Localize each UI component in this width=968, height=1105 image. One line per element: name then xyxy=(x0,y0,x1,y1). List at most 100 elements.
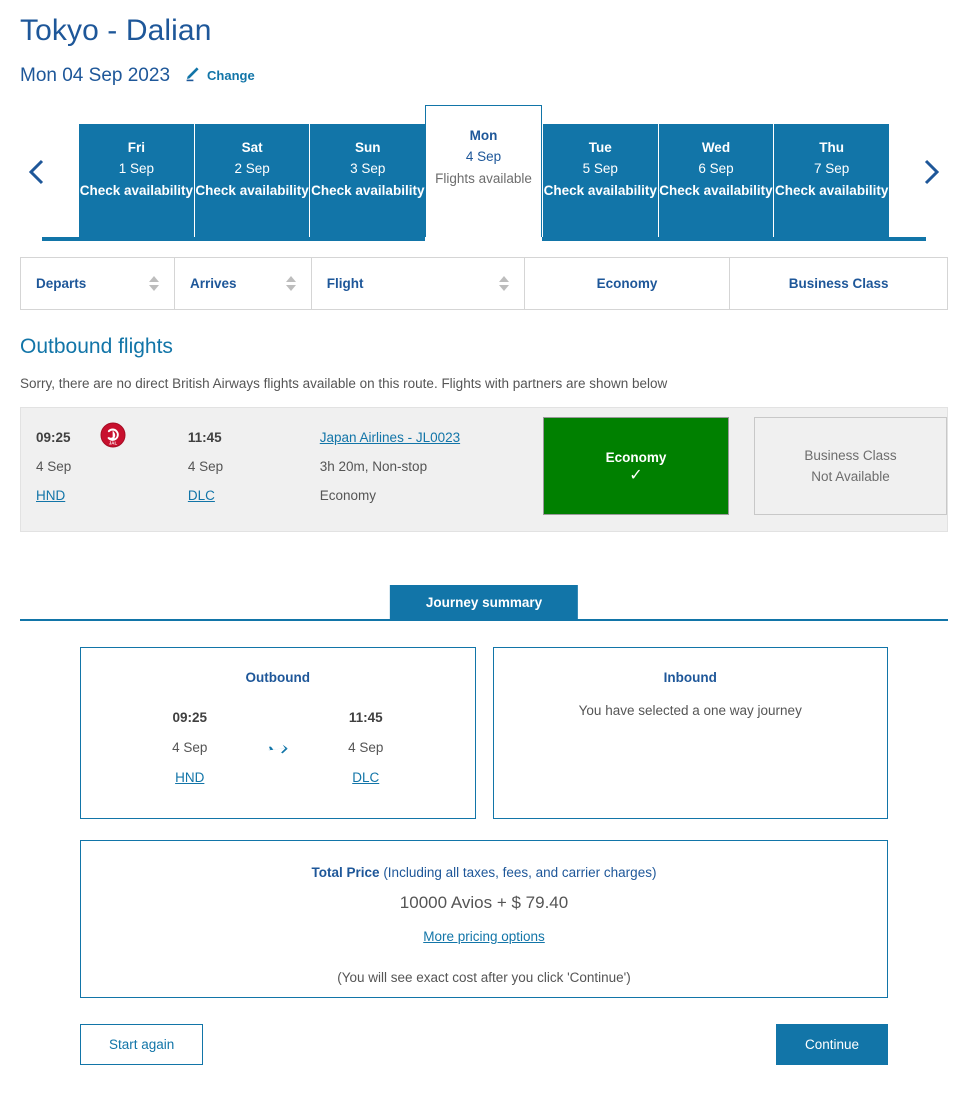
start-again-button[interactable]: Start again xyxy=(80,1024,204,1065)
total-price-amount: 10000 Avios + $ 79.40 xyxy=(399,893,569,912)
date-tab-status: Flights available xyxy=(435,171,532,186)
date-strip-underline-gap xyxy=(425,237,542,241)
date-tab-day: Sat xyxy=(241,140,263,155)
flight-date-row: Mon 04 Sep 2023 Change xyxy=(20,64,948,87)
check-icon: ✓ xyxy=(629,467,643,484)
date-tab-4-sep[interactable]: Mon 4 Sep Flights available xyxy=(425,105,542,237)
footer-actions: Start again Continue xyxy=(80,1024,888,1065)
outbound-flights-heading: Outbound flights xyxy=(20,335,173,358)
business-fare-state: Not Available xyxy=(811,469,890,484)
change-date-control[interactable]: Change xyxy=(184,64,255,87)
outbound-leg: 09:25 4 Sep HND 11:45 4 Sep DLC xyxy=(81,703,475,793)
flight-duration: 3h 20m, Non-stop xyxy=(319,459,428,474)
total-price-heading: Total Price (Including all taxes, fees, … xyxy=(81,865,887,880)
summary-arrive-airport-link[interactable]: DLC xyxy=(352,763,379,793)
date-selector: Fri 1 Sep Check availability Sat 2 Sep Check … xyxy=(20,105,948,241)
column-header-business: Business Class xyxy=(730,258,947,309)
arrive-time: 11:45 xyxy=(187,430,222,445)
date-tab-day: Mon xyxy=(469,128,498,143)
date-tab-status: Check availability xyxy=(659,183,773,198)
outbound-flights-note: Sorry, there are no direct British Airwa… xyxy=(20,376,668,391)
date-tab-status: Check availability xyxy=(79,183,194,198)
date-tab-status: Check availability xyxy=(543,183,657,198)
summary-depart-airport-link[interactable]: HND xyxy=(175,763,204,793)
journey-summary-panels: Outbound 09:25 4 Sep HND 11:45 4 Sep DLC… xyxy=(20,647,948,819)
total-price-footnote: (You will see exact cost after you click… xyxy=(337,970,631,985)
sort-arrows-icon[interactable] xyxy=(285,276,296,291)
column-header-departs-label: Departs xyxy=(36,276,87,291)
journey-summary-tabbar: Journey summary xyxy=(20,585,948,621)
date-tab-date: 5 Sep xyxy=(582,161,618,176)
economy-fare-button[interactable]: Economy ✓ xyxy=(543,417,729,515)
flight-cabin: Economy xyxy=(319,488,377,503)
results-column-header: Departs Arrives Flight Economy Business … xyxy=(20,257,948,310)
next-dates-button[interactable] xyxy=(914,157,948,191)
inbound-summary-note: You have selected a one way journey xyxy=(578,703,802,718)
date-tab-day: Sun xyxy=(355,140,381,155)
flight-departs-cell: 09:25 4 Sep HND JAL xyxy=(21,408,173,510)
column-header-flight[interactable]: Flight xyxy=(312,258,525,309)
date-tab-1-sep[interactable]: Fri 1 Sep Check availability xyxy=(79,124,194,237)
column-header-arrives[interactable]: Arrives xyxy=(175,258,312,309)
date-tab-status: Check availability xyxy=(775,183,889,198)
continue-button[interactable]: Continue xyxy=(775,1024,888,1065)
inbound-summary-panel: Inbound You have selected a one way jour… xyxy=(492,647,888,819)
inbound-summary-title: Inbound xyxy=(663,670,717,685)
column-header-departs[interactable]: Departs xyxy=(21,258,175,309)
depart-airport-link[interactable]: HND xyxy=(36,481,65,510)
date-tab-5-sep[interactable]: Tue 5 Sep Check availability xyxy=(541,124,658,237)
more-pricing-options-link[interactable]: More pricing options xyxy=(423,929,545,944)
chevron-right-icon xyxy=(921,157,941,192)
date-tab-6-sep[interactable]: Wed 6 Sep Check availability xyxy=(657,124,774,237)
outbound-summary-title: Outbound xyxy=(245,670,310,685)
summary-arrive-date: 4 Sep xyxy=(348,740,384,755)
flight-details-cell: Japan Airlines - JL0023 3h 20m, Non-stop… xyxy=(308,408,518,510)
date-tab-day: Tue xyxy=(588,140,612,155)
pencil-icon xyxy=(184,64,202,87)
svg-text:JAL: JAL xyxy=(109,440,118,445)
date-tab-date: 2 Sep xyxy=(234,161,270,176)
column-header-economy: Economy xyxy=(525,258,731,309)
arrive-date: 4 Sep xyxy=(187,459,224,474)
flight-arrives-cell: 11:45 4 Sep DLC xyxy=(173,408,308,510)
sort-arrows-icon[interactable] xyxy=(498,276,509,291)
summary-depart-time: 09:25 xyxy=(172,710,208,725)
date-tab-date: 3 Sep xyxy=(350,161,386,176)
date-tab-day: Fri xyxy=(127,140,145,155)
summary-depart-date: 4 Sep xyxy=(172,740,208,755)
total-price-label-suffix: (Including all taxes, fees, and carrier … xyxy=(379,865,657,880)
chevron-left-icon xyxy=(27,157,47,192)
date-tab-3-sep[interactable]: Sun 3 Sep Check availability xyxy=(309,124,426,237)
date-tab-2-sep[interactable]: Sat 2 Sep Check availability xyxy=(193,124,310,237)
date-tab-day: Thu xyxy=(819,140,845,155)
column-header-economy-label: Economy xyxy=(596,276,658,291)
outbound-arrive-col: 11:45 4 Sep DLC xyxy=(320,703,412,793)
date-tab-date: 6 Sep xyxy=(698,161,734,176)
sort-arrows-icon[interactable] xyxy=(148,276,159,291)
business-fare-label: Business Class xyxy=(804,448,897,463)
column-header-business-label: Business Class xyxy=(788,276,889,291)
total-price-label: Total Price xyxy=(311,865,380,880)
date-tab-date: 4 Sep xyxy=(465,149,502,164)
change-link[interactable]: Change xyxy=(207,68,255,83)
date-tab-7-sep[interactable]: Thu 7 Sep Check availability xyxy=(773,124,890,237)
cabin-options: Economy ✓ Business Class Not Available xyxy=(518,408,947,515)
japan-airlines-logo: JAL xyxy=(100,422,126,448)
previous-dates-button[interactable] xyxy=(20,157,54,191)
column-header-flight-label: Flight xyxy=(326,276,364,291)
date-tab-list: Fri 1 Sep Check availability Sat 2 Sep Check … xyxy=(79,105,890,237)
arrive-airport-link[interactable]: DLC xyxy=(188,481,215,510)
flight-number-link[interactable]: Japan Airlines - JL0023 xyxy=(320,423,460,452)
outbound-summary-panel: Outbound 09:25 4 Sep HND 11:45 4 Sep DLC xyxy=(80,647,476,819)
business-fare-unavailable: Business Class Not Available xyxy=(754,417,947,515)
outbound-depart-col: 09:25 4 Sep HND xyxy=(144,703,236,793)
economy-fare-label: Economy xyxy=(605,450,667,465)
date-tab-status: Check availability xyxy=(311,183,425,198)
tab-journey-summary[interactable]: Journey summary xyxy=(389,585,579,620)
summary-arrive-time: 11:45 xyxy=(348,710,383,725)
date-tab-date: 1 Sep xyxy=(118,161,154,176)
total-price-panel: Total Price (Including all taxes, fees, … xyxy=(80,840,888,998)
column-header-arrives-label: Arrives xyxy=(189,276,237,291)
airplane-icon xyxy=(266,703,290,766)
selected-flight-date: Mon 04 Sep 2023 xyxy=(20,64,171,86)
